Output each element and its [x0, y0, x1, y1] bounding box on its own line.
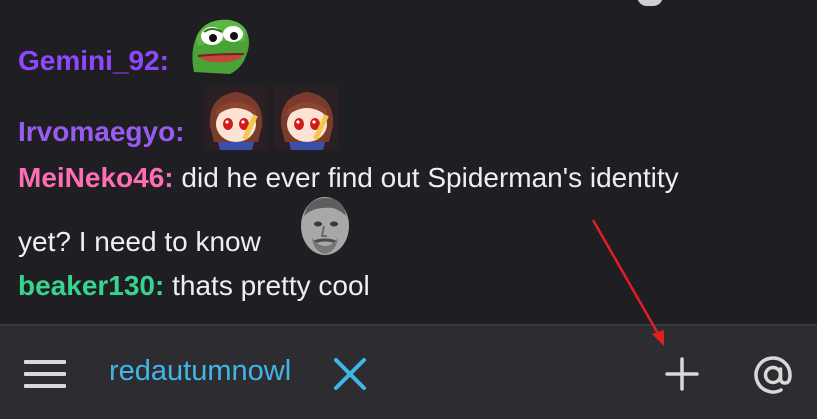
chat-message-text: thats pretty cool: [172, 270, 370, 301]
chat-message: Gemini_92:: [18, 44, 169, 78]
chat-username[interactable]: Irvomaegyo:: [18, 116, 185, 147]
chat-username[interactable]: MeiNeko46:: [18, 162, 174, 193]
channel-tab-label[interactable]: redautumnowl: [109, 353, 291, 389]
chat-app: Gemini_92: Irvomaegyo: MeiNeko46: did he…: [0, 0, 817, 419]
bottom-bar: redautumnowl: [0, 326, 817, 419]
chat-message-text: did he ever find out Spiderman's identit…: [181, 162, 679, 193]
chat-messages: Gemini_92: Irvomaegyo: MeiNeko46: did he…: [0, 0, 817, 324]
chat-message: Irvomaegyo:: [18, 115, 185, 149]
pepe-frog-emote: [192, 19, 249, 74]
chat-message: beaker130: thats pretty cool: [18, 269, 370, 303]
close-x-icon[interactable]: [332, 356, 368, 392]
anime-girl-emote: [204, 86, 268, 150]
at-sign-icon[interactable]: [751, 353, 795, 397]
kappa-face-emote: [301, 197, 349, 255]
chat-message-text: yet? I need to know: [18, 226, 261, 257]
chat-message-continued: yet? I need to know: [18, 225, 261, 259]
anime-girl-emote: [275, 86, 339, 150]
chat-message: MeiNeko46: did he ever find out Spiderma…: [18, 161, 679, 195]
plus-icon[interactable]: [664, 356, 700, 392]
hamburger-menu-icon[interactable]: [22, 358, 68, 390]
chat-username[interactable]: beaker130:: [18, 270, 164, 301]
chat-username[interactable]: Gemini_92:: [18, 45, 169, 76]
clipped-emote: [637, 0, 663, 6]
